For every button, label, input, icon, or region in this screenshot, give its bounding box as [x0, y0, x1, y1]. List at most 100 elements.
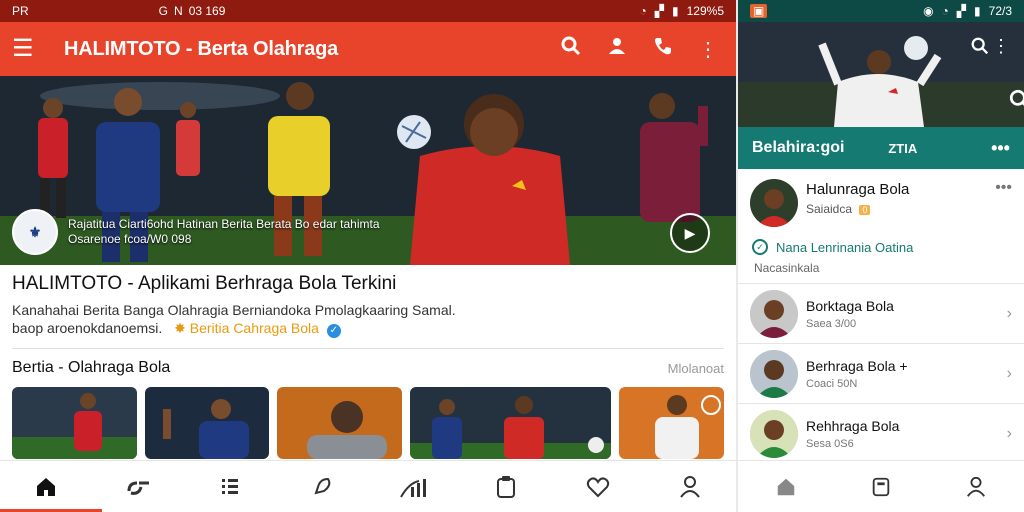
profile-card[interactable]: Halunraga Bola Saiaidca 0 ••• — [738, 169, 1024, 237]
main-phone-screen: PR G N 03 169 ◔ ▞ ▮ 129%5 ☰ HALIMTOTO - … — [0, 0, 736, 512]
battery-icon: ▮ — [974, 4, 981, 18]
app-description: Kanahahai Berita Banga Olahragia Bernian… — [12, 301, 724, 338]
battery-text: 129%5 — [686, 4, 724, 18]
search-icon[interactable] — [560, 35, 582, 63]
club-logo-icon: ⚜ — [12, 209, 58, 255]
notice-icon: ✓ — [752, 239, 768, 255]
hero-caption-sub: Osarenoe fcoa/W0 098 — [68, 232, 192, 246]
video-play-icon[interactable]: ▶ — [670, 213, 710, 253]
notice-title: Nana Lenrinania Oatina — [776, 239, 914, 255]
link-icon[interactable] — [118, 467, 158, 507]
app-description-line2: baop aroenokdanoemsi. ✸ Beritia Cahraga … — [12, 319, 724, 338]
home-icon[interactable] — [26, 467, 66, 507]
status-time: 03 169 — [188, 4, 226, 18]
chevron-right-icon: › — [1006, 424, 1012, 442]
profile-sub: Saiaidca 0 — [806, 202, 909, 216]
profile-hero: ⋮ — [738, 22, 1024, 127]
notice-subtitle: Nacasinkala — [754, 261, 820, 275]
app-bar: ☰ HALIMTOTO - Berta Olahraga ⋮ — [0, 22, 736, 76]
tab-secondary[interactable]: ZTIA — [888, 141, 917, 156]
chevron-right-icon: › — [1006, 304, 1012, 322]
chevron-right-icon: › — [1006, 364, 1012, 382]
avatar — [750, 349, 798, 398]
section-title: Bertia - Olahraga Bola — [12, 359, 171, 376]
list-item-subtitle: Saea 3/00 — [806, 317, 857, 330]
news-thumbnail[interactable] — [277, 387, 402, 459]
profile-name: Halunraga Bola — [806, 181, 910, 198]
list-item-title: Berhraga Bola + — [806, 357, 908, 374]
more-horiz-icon[interactable]: ••• — [991, 138, 1010, 159]
wifi-icon: ◔ — [941, 4, 949, 18]
category-tag[interactable]: ✸ Beritia Cahraga Bola — [174, 320, 319, 336]
status-right: ◔ ▞ ▮ 129%5 — [640, 4, 724, 18]
see-more-link[interactable]: Mlolanoat — [668, 361, 724, 376]
more-vert-icon[interactable]: ⋮ — [698, 37, 718, 62]
account-icon[interactable] — [956, 467, 996, 507]
heart-icon[interactable] — [578, 467, 618, 507]
news-thumbnail[interactable] — [409, 387, 611, 459]
clipboard-icon[interactable] — [861, 467, 901, 507]
wifi-icon: ◔ — [639, 4, 647, 18]
verified-badge-icon: ✓ — [326, 324, 341, 338]
signal-icon: ▞ — [956, 4, 967, 18]
bottom-navigation — [738, 460, 1024, 512]
more-vert-icon[interactable]: ⋮ — [992, 36, 1010, 57]
list-item-title: Borktaga Bola — [806, 297, 894, 314]
bottom-navigation — [0, 460, 736, 512]
status-g: G — [158, 4, 169, 18]
hero-caption: ⚜ Rajatitua Ciarti6ohd Hatinan Berita Be… — [12, 209, 380, 255]
app-description-line2-text: baop aroenokdanoemsi. — [12, 320, 163, 336]
hero-actions: ⋮ — [970, 36, 1010, 57]
list-item[interactable]: Rehhraga Bola Sesa 0S6 › — [738, 403, 1024, 463]
profile-subtitle: Saiaidca — [806, 202, 853, 216]
news-thumbnail[interactable] — [144, 387, 269, 459]
hero-caption-title: Rajatitua Ciarti6ohd Hatinan Berita Bera… — [68, 217, 380, 231]
phone-icon[interactable] — [652, 35, 674, 63]
notification-icon: ▣ — [750, 4, 768, 18]
status-bar: ▣ ◉ ◔ ▞ ▮ 72/3 — [738, 0, 1024, 22]
avatar — [750, 179, 798, 227]
category-tag-label: Beritia Cahraga Bola — [189, 320, 319, 336]
list-icon[interactable] — [210, 467, 250, 507]
notice-title-row: ✓ Nana Lenrinania Oatina — [752, 239, 1012, 255]
thumbnail-row — [0, 377, 736, 459]
list-item-title: Rehhraga Bola — [806, 417, 900, 434]
section-header: Bertia - Olahraga Bola Mlolanoat — [0, 349, 736, 377]
status-time: 72/3 — [988, 4, 1012, 18]
status-n: N — [174, 4, 183, 18]
menu-icon[interactable]: ☰ — [12, 37, 40, 61]
secondary-phone-screen: ▣ ◉ ◔ ▞ ▮ 72/3 ⋮ Belahira:goi ZTIA ••• H… — [738, 0, 1024, 512]
more-horiz-icon[interactable]: ••• — [995, 179, 1012, 197]
app-description-line1: Kanahahai Berita Banga Olahragia Bernian… — [12, 302, 456, 318]
carrier-label: PR — [12, 4, 29, 18]
comment-icon[interactable] — [302, 467, 342, 507]
section-tab-bar: Belahira:goi ZTIA ••• — [738, 127, 1024, 169]
signal-icon: ▞ — [654, 4, 665, 18]
news-thumbnail[interactable] — [618, 387, 724, 459]
avatar — [750, 409, 798, 458]
list-item[interactable]: Borktaga Bola Saea 3/00 › — [738, 283, 1024, 343]
list-item[interactable]: Berhraga Bola + Coaci 50N › — [738, 343, 1024, 403]
profile-icon[interactable] — [606, 35, 628, 63]
notice-item[interactable]: ✓ Nana Lenrinania Oatina Nacasinkala — [738, 237, 1024, 283]
app-title: HALIMTOTO - Berta Olahraga — [64, 37, 339, 60]
status-right: ◉ ◔ ▞ ▮ 72/3 — [923, 4, 1012, 18]
tab-home[interactable]: Belahira:goi — [752, 139, 844, 157]
rank-badge: 0 — [859, 205, 871, 215]
battery-icon: ▮ — [672, 4, 679, 18]
avatar — [750, 289, 798, 338]
fire-icon: ✸ — [174, 320, 190, 336]
hero-banner[interactable]: ⚜ Rajatitua Ciarti6ohd Hatinan Berita Be… — [0, 76, 736, 265]
stats-icon[interactable] — [394, 467, 434, 507]
location-icon: ◉ — [923, 4, 934, 18]
app-bar-actions: ⋮ — [560, 35, 724, 63]
status-mid: G N 03 169 — [29, 4, 640, 18]
clipboard-icon[interactable] — [486, 467, 526, 507]
account-icon[interactable] — [670, 467, 710, 507]
list-item-subtitle: Coaci 50N — [806, 377, 858, 390]
status-bar: PR G N 03 169 ◔ ▞ ▮ 129%5 — [0, 0, 736, 22]
news-thumbnail[interactable] — [12, 387, 137, 459]
list-item-subtitle: Sesa 0S6 — [806, 437, 854, 450]
app-headline: HALIMTOTO - Aplikami Berhraga Bola Terki… — [12, 273, 397, 294]
home-icon[interactable] — [766, 467, 806, 507]
